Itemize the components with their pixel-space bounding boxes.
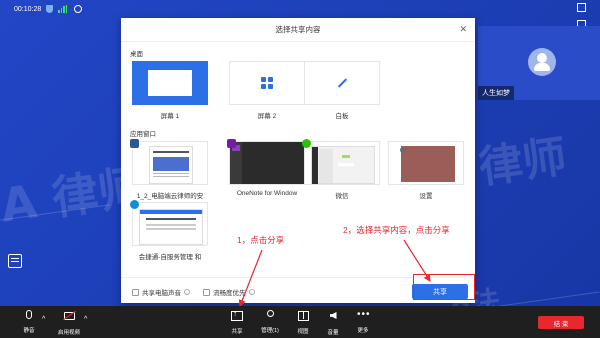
word-icon xyxy=(130,139,139,148)
signal-icon xyxy=(58,5,68,13)
meeting-stage: A 律师 律师 —e法 00:10:28 人生如梦 选择共享内容 ✕ 桌面 屏幕… xyxy=(0,0,600,338)
app-section-label: 应用窗口 xyxy=(130,131,156,138)
end-meeting-button[interactable]: 结 束 xyxy=(538,316,584,329)
chat-panel-icon[interactable] xyxy=(8,254,22,268)
watermark-right: 律师 xyxy=(475,131,570,194)
desktop-item-whiteboard[interactable]: 白板 xyxy=(304,61,380,121)
participants-icon xyxy=(266,310,274,317)
manage-participants-button[interactable]: 管理(1) xyxy=(255,310,285,334)
smooth-priority-label: 流畅度优先 xyxy=(213,290,246,297)
desktop-section-label: 桌面 xyxy=(130,51,143,58)
edge-window-thumb xyxy=(132,202,208,246)
annotation-step-1: 1，点击分享 xyxy=(237,235,285,245)
fullscreen-icon[interactable] xyxy=(577,3,586,12)
app-item-label: 1_2_电脑端云律师的安 xyxy=(136,193,204,200)
app-item-label: 会捷通-自服务管理 和 xyxy=(138,254,202,261)
close-icon[interactable]: ✕ xyxy=(459,24,467,35)
word-window-thumb xyxy=(132,141,208,185)
app-item-label: 设置 xyxy=(419,193,433,200)
camera-off-icon xyxy=(63,312,75,320)
gear-icon xyxy=(400,147,406,153)
participant-name: 人生如梦 xyxy=(478,86,514,100)
microphone-icon xyxy=(26,310,32,319)
app-item-label: OneNote for Window xyxy=(236,190,298,197)
more-button[interactable]: ••• 更多 xyxy=(348,309,378,335)
layout-icon xyxy=(297,311,309,321)
checkbox-icon xyxy=(203,288,210,296)
wechat-window-thumb xyxy=(304,141,380,185)
mute-label: 静音 xyxy=(23,328,35,334)
video-label: 启用视频 xyxy=(57,330,80,336)
desktop-item-label: 屏幕 2 xyxy=(257,113,277,120)
share-button[interactable]: 共享 xyxy=(222,309,252,335)
info-icon[interactable] xyxy=(74,5,82,13)
app-item-word-doc[interactable]: 1_2_电脑端云律师的安 xyxy=(130,139,208,201)
app-item-wechat[interactable]: 微信 xyxy=(302,139,380,201)
info-icon: i xyxy=(248,289,255,295)
share-audio-label: 共享电脑声音 xyxy=(142,290,181,297)
speaker-icon xyxy=(329,312,337,319)
more-label: 更多 xyxy=(357,328,369,334)
manage-label: 管理(1) xyxy=(261,328,279,334)
avatar-icon xyxy=(528,48,556,76)
app-item-edge-browser[interactable]: 会捷通-自服务管理 和 xyxy=(130,200,208,262)
view-button[interactable]: 视图 xyxy=(288,310,318,335)
shield-icon xyxy=(46,5,54,13)
desktop-item-screen-2[interactable]: 屏幕 2 xyxy=(229,61,305,121)
onenote-icon xyxy=(227,139,236,148)
meeting-time: 00:10:28 xyxy=(14,5,42,13)
share-audio-checkbox[interactable]: 共享电脑声音 i xyxy=(132,287,190,297)
checkbox-icon xyxy=(132,288,139,296)
highlight-share-confirm xyxy=(413,274,475,300)
share-screen-icon xyxy=(231,309,243,321)
onenote-window-thumb xyxy=(229,141,305,185)
status-bar: 00:10:28 xyxy=(0,0,600,18)
volume-label: 音量 xyxy=(327,330,339,336)
video-button[interactable]: 启用视频 xyxy=(54,310,84,336)
annotation-step-2: 2，选择共享内容，点击分享 xyxy=(343,225,450,235)
screen-2-icon xyxy=(229,61,305,105)
screen-1-thumb xyxy=(132,61,208,105)
participant-tile[interactable]: 人生如梦 xyxy=(478,26,600,100)
meeting-toolbar: 静音 ^ 启用视频 ^ 共享 管理(1) 视图 音量 ••• 更多 结 束 xyxy=(0,306,600,338)
share-label: 共享 xyxy=(231,329,243,335)
desktop-item-label: 屏幕 1 xyxy=(160,113,180,120)
chevron-up-icon[interactable]: ^ xyxy=(42,316,45,323)
chevron-up-icon[interactable]: ^ xyxy=(84,316,87,323)
wechat-icon xyxy=(302,139,311,148)
mute-button[interactable]: 静音 xyxy=(14,310,44,334)
view-label: 视图 xyxy=(297,329,309,335)
volume-button[interactable]: 音量 xyxy=(318,310,348,336)
info-icon: i xyxy=(184,289,190,295)
app-item-label: 微信 xyxy=(335,193,349,200)
app-item-onenote[interactable]: OneNote for Window xyxy=(227,139,305,201)
dialog-title: 选择共享内容 xyxy=(121,18,475,42)
edge-icon xyxy=(130,200,139,209)
pen-icon xyxy=(304,61,380,105)
more-dots-icon: ••• xyxy=(357,309,371,320)
smooth-priority-checkbox[interactable]: 流畅度优先 i xyxy=(203,287,255,297)
desktop-item-screen-1[interactable]: 屏幕 1 xyxy=(132,61,208,121)
app-item-settings[interactable]: 设置 xyxy=(388,141,464,201)
share-dialog: 选择共享内容 ✕ 桌面 屏幕 1 屏幕 2 白板 应用窗口 1_2_电脑端云律师… xyxy=(121,18,475,303)
desktop-item-label: 白板 xyxy=(335,113,349,120)
